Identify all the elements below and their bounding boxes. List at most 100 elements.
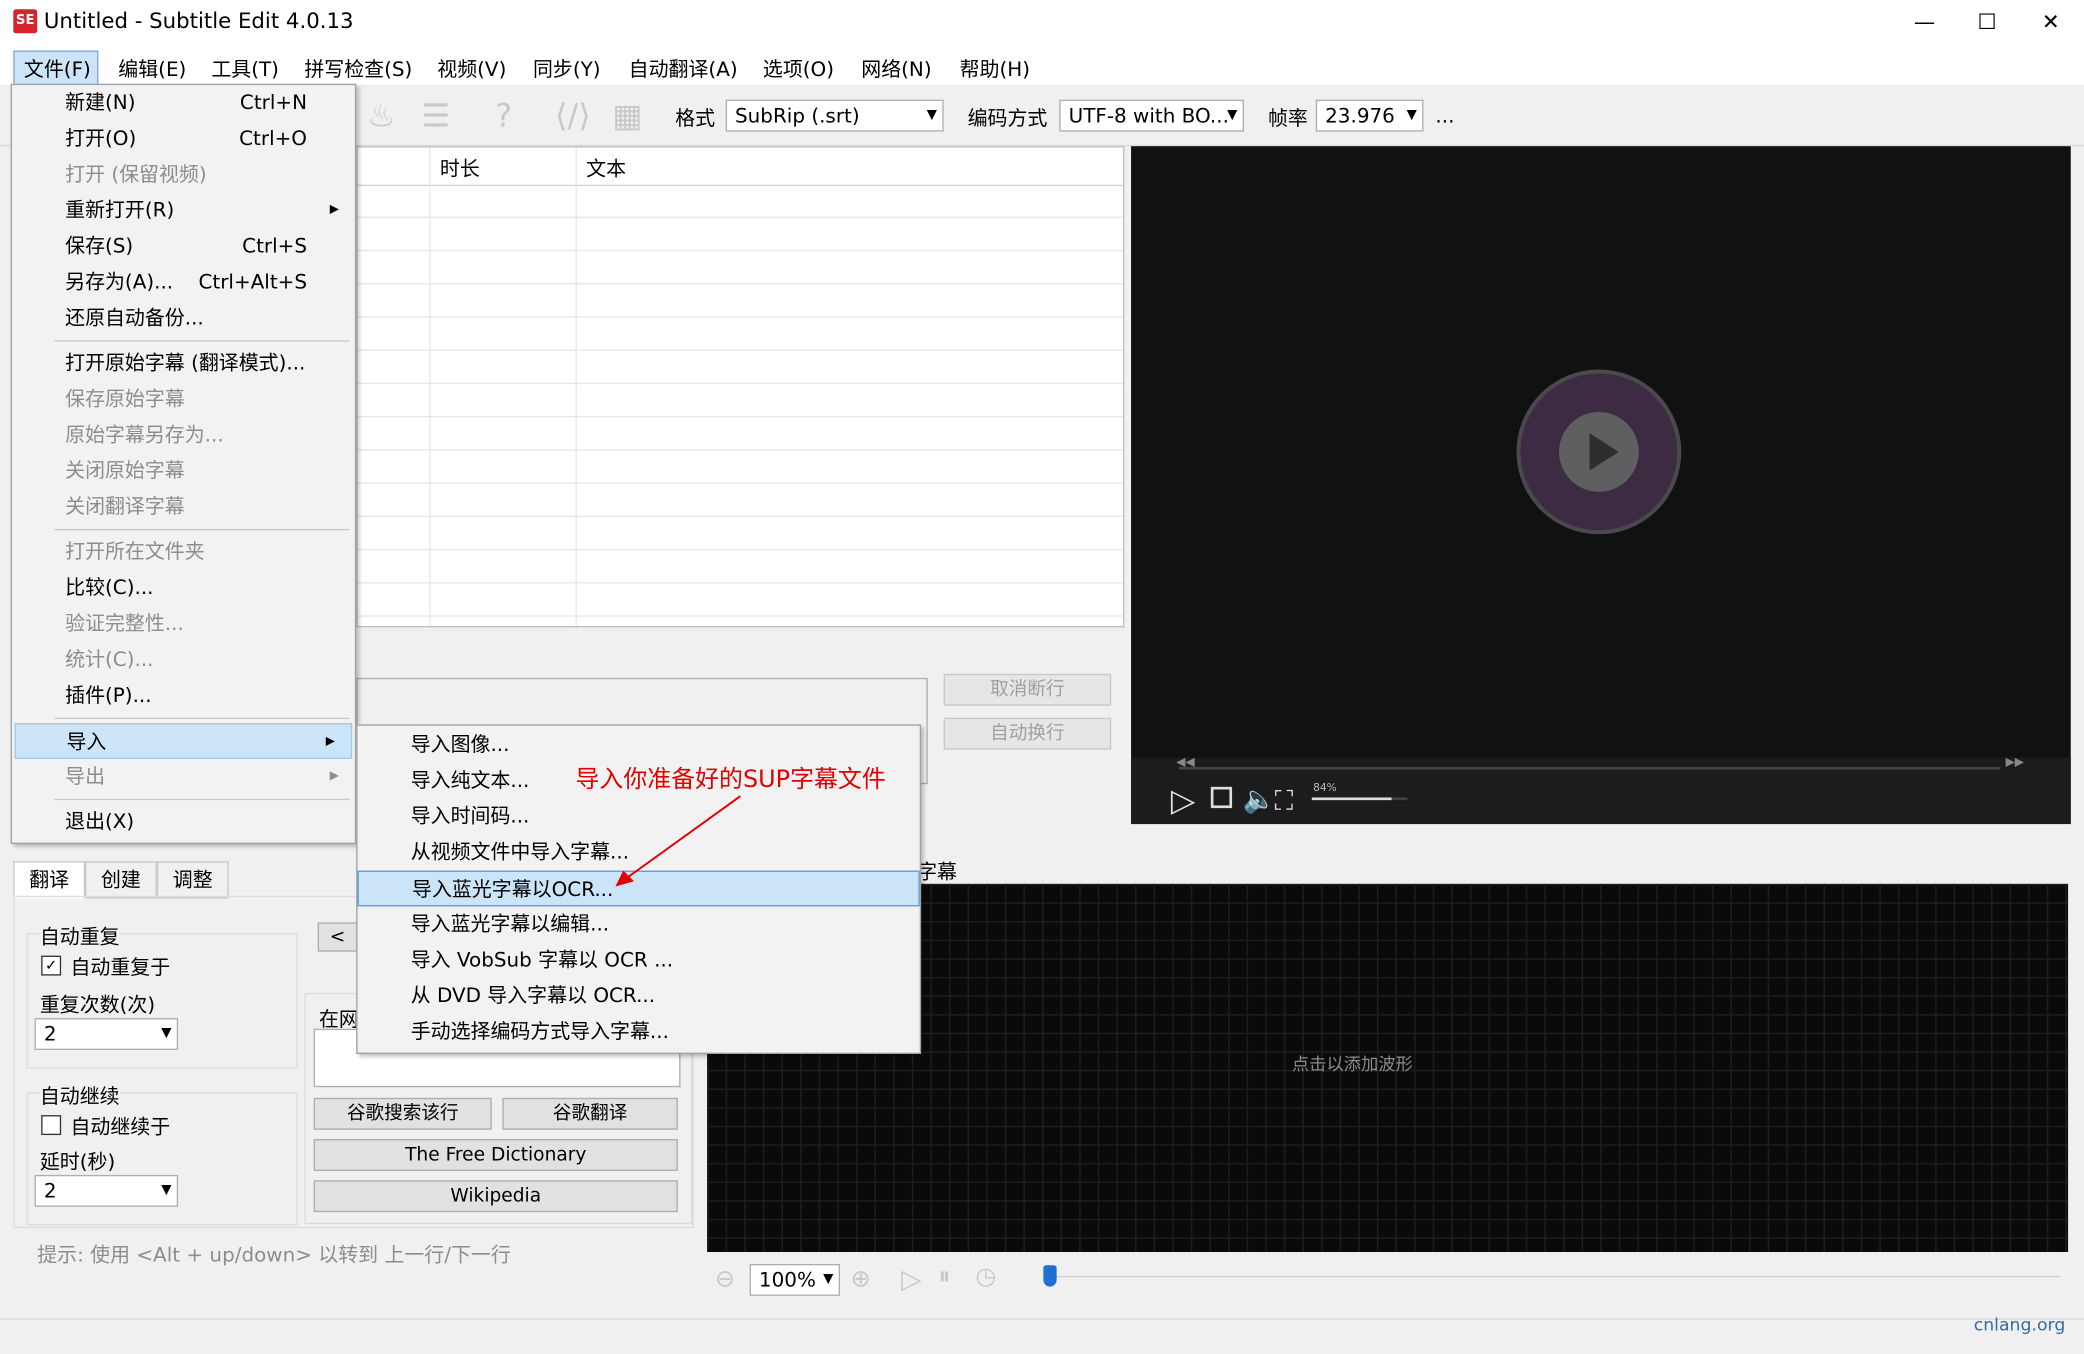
forward-icon[interactable]: ▶▶ bbox=[2006, 756, 2024, 769]
framerate-value: 23.976 bbox=[1325, 103, 1395, 128]
menu-item-restore-backup[interactable]: 还原自动备份... bbox=[12, 300, 355, 336]
menu-item-reopen[interactable]: 重新打开(R) ▶ bbox=[12, 193, 355, 229]
subtitle-grid[interactable]: 时长 文本 bbox=[356, 146, 1125, 628]
unbreak-button[interactable]: 取消断行 bbox=[943, 673, 1112, 706]
waveform-pause-icon[interactable]: ⏸ bbox=[938, 1263, 950, 1291]
google-translate-button[interactable]: 谷歌翻译 bbox=[502, 1097, 678, 1130]
waveform-speed-icon[interactable]: ◷ bbox=[976, 1263, 997, 1291]
menu-item-save-as[interactable]: 另存为(A)... Ctrl+Alt+S bbox=[12, 264, 355, 300]
encoding-label: 编码方式 bbox=[967, 106, 1048, 131]
submenu-item-import-image[interactable]: 导入图像... bbox=[358, 727, 920, 763]
submenu-item-import-bluray-edit[interactable]: 导入蓝光字幕以编辑... bbox=[358, 906, 920, 942]
tab-translate[interactable]: 翻译 bbox=[13, 861, 86, 899]
delay-value: 2 bbox=[43, 1178, 57, 1203]
fullscreen-icon[interactable]: ⛶ bbox=[1275, 784, 1294, 816]
fix-errors-icon[interactable]: ☰ bbox=[416, 96, 456, 136]
stop-icon[interactable] bbox=[1210, 786, 1233, 809]
menu-item-open-folder[interactable]: 打开所在文件夹 bbox=[12, 534, 355, 570]
rewind-icon[interactable]: ◀◀ bbox=[1176, 756, 1194, 769]
tab-create[interactable]: 创建 bbox=[85, 861, 157, 899]
maximize-button[interactable]: ☐ bbox=[1956, 5, 2017, 40]
chevron-down-icon: ▼ bbox=[161, 1026, 172, 1041]
submenu-item-import-vobsub-ocr[interactable]: 导入 VobSub 字幕以 OCR ... bbox=[358, 942, 920, 978]
menu-edit[interactable]: 编辑(E) bbox=[118, 54, 186, 82]
delay-label: 延时(秒) bbox=[39, 1149, 116, 1174]
app-logo-icon: SE bbox=[13, 9, 38, 34]
menu-help[interactable]: 帮助(H) bbox=[960, 54, 1030, 82]
wikipedia-button[interactable]: Wikipedia bbox=[313, 1180, 678, 1213]
framerate-select[interactable]: 23.976 ▼ bbox=[1315, 99, 1424, 132]
framerate-label: 帧率 bbox=[1267, 106, 1308, 131]
repeat-count-select[interactable]: 2 ▼ bbox=[34, 1018, 179, 1050]
menu-item-new[interactable]: 新建(N) Ctrl+N bbox=[12, 85, 355, 121]
menu-item-statistics[interactable]: 统计(C)... bbox=[12, 642, 355, 678]
chevron-right-icon: ▶ bbox=[325, 734, 335, 749]
waveform-position-handle[interactable] bbox=[1043, 1265, 1057, 1287]
auto-break-button[interactable]: 自动换行 bbox=[943, 717, 1112, 750]
menu-item-plugins[interactable]: 插件(P)... bbox=[12, 678, 355, 714]
menu-item-compare[interactable]: 比较(C)... bbox=[12, 570, 355, 606]
zoom-out-icon[interactable]: ⊖ bbox=[715, 1265, 735, 1293]
menu-item-close-translation[interactable]: 关闭翻译字幕 bbox=[12, 489, 355, 525]
encoding-select[interactable]: UTF-8 with BO... ▼ bbox=[1059, 99, 1245, 132]
menu-item-import[interactable]: 导入 ▶ bbox=[14, 723, 353, 759]
menu-network[interactable]: 网络(N) bbox=[861, 54, 931, 82]
column-header-text[interactable]: 文本 bbox=[586, 154, 626, 182]
menu-item-save-original[interactable]: 保存原始字幕 bbox=[12, 381, 355, 417]
chevron-down-icon: ▼ bbox=[161, 1182, 172, 1198]
menu-item-export[interactable]: 导出 ▶ bbox=[12, 759, 355, 795]
source-view-icon[interactable]: ⟨/⟩ bbox=[553, 96, 593, 136]
menu-item-save-original-as[interactable]: 原始字幕另存为... bbox=[12, 417, 355, 453]
more-button[interactable]: ... bbox=[1435, 104, 1454, 128]
status-bar bbox=[0, 1318, 2084, 1354]
format-select[interactable]: SubRip (.srt) ▼ bbox=[725, 99, 944, 132]
menu-spellcheck[interactable]: 拼写检查(S) bbox=[304, 54, 412, 82]
google-search-button[interactable]: 谷歌搜索该行 bbox=[313, 1097, 492, 1130]
menu-file[interactable]: 文件(F) bbox=[24, 54, 91, 82]
close-button[interactable]: ✕ bbox=[2020, 5, 2081, 40]
menu-item-open[interactable]: 打开(O) Ctrl+O bbox=[12, 121, 355, 157]
encoding-value: UTF-8 with BO... bbox=[1068, 103, 1229, 128]
auto-repeat-on-label: 自动重复于 bbox=[70, 955, 171, 980]
chevron-down-icon: ▼ bbox=[823, 1271, 834, 1287]
menu-item-close-original[interactable]: 关闭原始字幕 bbox=[12, 453, 355, 489]
menu-options[interactable]: 选项(O) bbox=[763, 54, 834, 82]
menu-item-save[interactable]: 保存(S) Ctrl+S bbox=[12, 229, 355, 265]
minimize-button[interactable]: — bbox=[1894, 5, 1955, 40]
tab-adjust[interactable]: 调整 bbox=[156, 861, 229, 899]
zoom-in-icon[interactable]: ⊕ bbox=[851, 1265, 871, 1293]
menu-item-open-keep-video[interactable]: 打开 (保留视频) bbox=[12, 157, 355, 193]
auto-continue-checkbox[interactable] bbox=[41, 1115, 62, 1136]
free-dictionary-button[interactable]: The Free Dictionary bbox=[313, 1139, 678, 1171]
waveform-play-icon[interactable]: ▷ bbox=[901, 1263, 921, 1295]
menu-item-verify[interactable]: 验证完整性... bbox=[12, 606, 355, 642]
play-inner-icon bbox=[1559, 412, 1639, 492]
delay-select[interactable]: 2 ▼ bbox=[34, 1174, 179, 1207]
menu-item-exit[interactable]: 退出(X) bbox=[12, 804, 355, 840]
help-icon[interactable]: ? bbox=[484, 96, 524, 136]
play-icon[interactable]: ▷ bbox=[1171, 782, 1196, 819]
submenu-item-import-dvd-ocr[interactable]: 从 DVD 导入字幕以 OCR... bbox=[358, 978, 920, 1014]
menu-tools[interactable]: 工具(T) bbox=[211, 54, 279, 82]
waveform-title-fragment: 字幕 bbox=[917, 859, 957, 884]
waveform-position-track[interactable] bbox=[1049, 1275, 2061, 1278]
zoom-select[interactable]: 100% ▼ bbox=[749, 1263, 840, 1296]
previous-line-button[interactable]: < bbox=[317, 922, 358, 952]
volume-slider[interactable] bbox=[1311, 797, 1408, 801]
waveform-placeholder: 点击以添加波形 bbox=[1291, 1055, 1413, 1076]
menu-video[interactable]: 视频(V) bbox=[437, 54, 506, 82]
burn-icon[interactable]: ♨ bbox=[362, 96, 402, 136]
volume-icon[interactable]: 🔈 bbox=[1243, 783, 1276, 815]
hint-text: 提示: 使用 <Alt + up/down> 以转到 上一行/下一行 bbox=[37, 1242, 511, 1267]
menu-sync[interactable]: 同步(Y) bbox=[533, 54, 601, 82]
video-controls: ◀◀ ▶▶ ▷ 🔈 ⛶ 84% bbox=[1131, 756, 2071, 825]
video-progress-track[interactable] bbox=[1178, 766, 2001, 770]
menu-auto-translate[interactable]: 自动翻译(A) bbox=[629, 54, 738, 82]
submenu-item-import-manual-encoding[interactable]: 手动选择编码方式导入字幕... bbox=[358, 1014, 920, 1050]
auto-repeat-checkbox[interactable]: ✓ bbox=[41, 955, 62, 976]
chevron-down-icon: ▼ bbox=[1406, 107, 1417, 123]
layout-icon[interactable]: ▦ bbox=[607, 96, 647, 136]
column-header-duration[interactable]: 时长 bbox=[440, 154, 480, 182]
volume-value: 84% bbox=[1313, 781, 1337, 794]
menu-item-open-original[interactable]: 打开原始字幕 (翻译模式)... bbox=[12, 346, 355, 382]
